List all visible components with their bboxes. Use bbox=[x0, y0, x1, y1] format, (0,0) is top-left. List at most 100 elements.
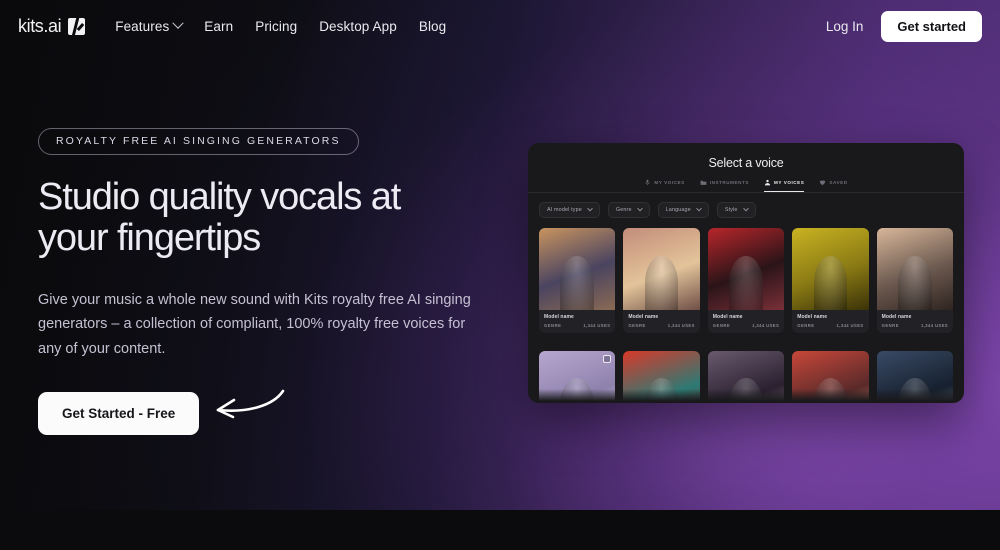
chevron-down-icon bbox=[172, 17, 184, 29]
filter-language[interactable]: Language bbox=[657, 202, 709, 218]
filter-genre-label: Genre bbox=[615, 207, 632, 213]
nav-link-features-label: Features bbox=[115, 18, 170, 34]
chevron-down-icon bbox=[587, 205, 593, 212]
tab-instruments[interactable]: INSTRUMENTS bbox=[700, 179, 749, 192]
voice-card-name: Model name bbox=[712, 314, 743, 320]
tab-saved[interactable]: SAVED bbox=[819, 179, 847, 192]
logo-text: kits.ai bbox=[18, 15, 62, 36]
filter-genre[interactable]: Genre bbox=[607, 202, 650, 218]
tab-my-voices-mic[interactable]: MY VOICES bbox=[644, 179, 684, 192]
tab-saved-label: SAVED bbox=[829, 180, 848, 185]
voice-card-stats: GENRE 1,344 USES bbox=[713, 323, 779, 328]
voice-card[interactable] bbox=[539, 350, 616, 403]
nav-link-blog[interactable]: Blog bbox=[419, 19, 446, 34]
voice-card[interactable]: Model name GENRE 1,344 USES bbox=[707, 228, 785, 333]
voice-card-stats: GENRE 1,344 USES bbox=[544, 323, 610, 328]
nav-left-group: kits.ai Features Earn Pricing Desktop Ap… bbox=[18, 16, 446, 37]
voice-card[interactable]: Model name GENRE 1,344 USES bbox=[539, 228, 616, 333]
voice-card[interactable] bbox=[707, 350, 785, 403]
voice-card-thumbnail bbox=[707, 350, 785, 403]
voice-card[interactable] bbox=[792, 350, 869, 403]
singer-photo bbox=[644, 255, 679, 310]
filter-style-label: Style bbox=[724, 207, 738, 213]
voice-card-thumbnail bbox=[623, 228, 700, 310]
voice-card-genre: GENRE bbox=[797, 322, 815, 328]
voice-card-genre: GENRE bbox=[712, 322, 731, 328]
headline-line-2: your fingertips bbox=[38, 217, 261, 260]
folder-icon bbox=[700, 180, 707, 185]
top-navigation-bar: kits.ai Features Earn Pricing Desktop Ap… bbox=[0, 0, 1000, 52]
person-icon bbox=[764, 179, 771, 186]
hero-page: kits.ai Features Earn Pricing Desktop Ap… bbox=[0, 0, 1000, 550]
voice-card[interactable]: Model name GENRE 1,344 USES bbox=[623, 228, 700, 333]
microphone-icon bbox=[645, 179, 650, 186]
voice-card-meta: Model name GENRE 1,344 USES bbox=[877, 310, 953, 333]
filter-ai-model-type-label: AI model type bbox=[547, 207, 582, 213]
nav-links: Features Earn Pricing Desktop App Blog bbox=[115, 17, 446, 34]
voice-card-stats: GENRE 1,344 USES bbox=[628, 323, 694, 328]
nav-link-features[interactable]: Features bbox=[115, 17, 184, 34]
tab-my-voices-person-label: MY VOICES bbox=[773, 180, 805, 185]
mockup-title: Select a voice bbox=[708, 156, 784, 170]
tab-my-voices-mic-label: MY VOICES bbox=[654, 180, 685, 185]
filter-language-label: Language bbox=[665, 207, 691, 213]
singer-photo bbox=[560, 378, 594, 403]
voice-card-thumbnail bbox=[876, 228, 953, 310]
singer-photo bbox=[813, 378, 848, 403]
voice-card[interactable] bbox=[623, 350, 700, 403]
voice-card-stats: GENRE 1,344 USES bbox=[882, 323, 948, 328]
voice-card-thumbnail bbox=[623, 350, 700, 403]
voice-card-name: Model name bbox=[881, 314, 912, 320]
chevron-down-icon bbox=[696, 205, 702, 212]
voice-card-uses: 1,344 USES bbox=[752, 322, 780, 328]
voice-card-uses: 1,344 USES bbox=[583, 322, 611, 328]
hero-subcopy: Give your music a whole new sound with K… bbox=[38, 291, 471, 357]
voice-card-stats: GENRE 1,344 USES bbox=[797, 323, 863, 328]
nav-right-group: Log In Get started bbox=[826, 10, 982, 42]
voice-card[interactable] bbox=[876, 350, 953, 403]
cta-row: Get Started - Free bbox=[38, 361, 508, 435]
voice-card-genre: GENRE bbox=[544, 322, 562, 328]
headline-line-1: Studio quality vocals at bbox=[38, 176, 401, 218]
voice-card-uses: 1,344 USES bbox=[920, 322, 948, 328]
voice-card-grid-row-2 bbox=[528, 341, 964, 403]
hero-eyebrow-badge: ROYALTY FREE AI SINGING GENERATORS bbox=[38, 128, 359, 155]
filter-style[interactable]: Style bbox=[716, 202, 756, 218]
tab-my-voices-person[interactable]: MY VOICES bbox=[763, 179, 805, 192]
voice-card-name: Model name bbox=[628, 314, 659, 320]
select-checkbox[interactable] bbox=[603, 354, 612, 363]
filter-ai-model-type[interactable]: AI model type bbox=[539, 202, 600, 218]
app-mockup-panel: Select a voice MY VOICES INSTRUMENTS MY … bbox=[528, 143, 964, 403]
voice-card-genre: GENRE bbox=[628, 322, 646, 328]
voice-card-grid-row-1: Model name GENRE 1,344 USES Model name GENRE… bbox=[528, 218, 964, 333]
kits-k-logo-mark bbox=[68, 17, 86, 35]
voice-card-uses: 1,344 USES bbox=[667, 322, 695, 328]
heart-icon bbox=[820, 180, 826, 186]
login-link[interactable]: Log In bbox=[826, 19, 864, 34]
tab-instruments-label: INSTRUMENTS bbox=[709, 180, 749, 185]
nav-link-desktop-app[interactable]: Desktop App bbox=[319, 19, 397, 34]
chevron-down-icon bbox=[742, 205, 749, 212]
voice-card-meta: Model name GENRE 1,344 USES bbox=[623, 310, 699, 333]
voice-card-thumbnail bbox=[792, 228, 869, 310]
voice-card-name: Model name bbox=[797, 314, 828, 320]
chevron-down-icon bbox=[636, 205, 643, 212]
singer-photo bbox=[729, 378, 763, 403]
voice-card-name: Model name bbox=[544, 314, 574, 320]
voice-card[interactable]: Model name GENRE 1,344 USES bbox=[876, 228, 953, 333]
site-logo[interactable]: kits.ai bbox=[18, 15, 86, 37]
voice-card-thumbnail bbox=[539, 350, 616, 403]
get-started-button[interactable]: Get started bbox=[881, 10, 982, 42]
nav-link-earn[interactable]: Earn bbox=[204, 19, 233, 34]
mockup-filter-bar: AI model type Genre Language Style bbox=[528, 193, 964, 218]
nav-link-pricing[interactable]: Pricing bbox=[255, 19, 297, 34]
get-started-free-button[interactable]: Get Started - Free bbox=[38, 391, 200, 435]
voice-card-genre: GENRE bbox=[881, 322, 899, 328]
singer-photo bbox=[644, 378, 679, 403]
voice-card[interactable]: Model name GENRE 1,344 USES bbox=[792, 228, 869, 333]
curved-arrow-icon bbox=[216, 389, 285, 419]
hero-text-column: ROYALTY FREE AI SINGING GENERATORS Studi… bbox=[38, 128, 508, 435]
singer-photo bbox=[897, 378, 932, 403]
mockup-tab-bar: MY VOICES INSTRUMENTS MY VOICES SAVED bbox=[528, 179, 964, 192]
singer-photo bbox=[813, 255, 848, 310]
